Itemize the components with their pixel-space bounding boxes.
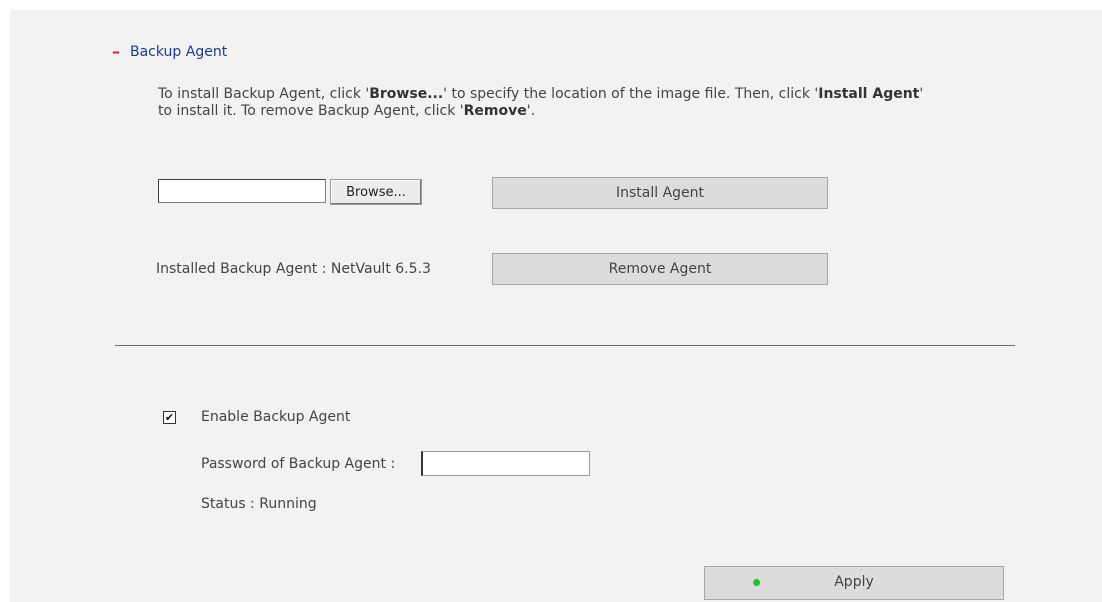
minus-icon[interactable]: – bbox=[112, 44, 120, 60]
desc-part: To install Backup Agent, click ' bbox=[158, 86, 370, 102]
instructions-line-2: to install it. To remove Backup Agent, c… bbox=[158, 103, 1018, 120]
apply-button[interactable]: Apply bbox=[704, 566, 1004, 600]
install-agent-button[interactable]: Install Agent bbox=[492, 177, 828, 209]
enable-backup-agent-checkbox[interactable]: ✔ bbox=[163, 411, 176, 424]
apply-label: Apply bbox=[834, 574, 874, 590]
desc-part: ' bbox=[919, 86, 924, 102]
divider bbox=[115, 345, 1015, 346]
password-input[interactable] bbox=[421, 451, 590, 476]
password-label: Password of Backup Agent : bbox=[201, 456, 396, 472]
desc-bold-remove: Remove bbox=[463, 103, 527, 119]
desc-part: '. bbox=[526, 103, 536, 119]
desc-part: ' to specify the location of the image f… bbox=[443, 86, 819, 102]
browse-button[interactable]: Browse... bbox=[330, 179, 422, 205]
instructions-text: To install Backup Agent, click 'Browse..… bbox=[158, 86, 1018, 120]
desc-part: to install it. To remove Backup Agent, c… bbox=[158, 103, 464, 119]
checkmark-icon: ✔ bbox=[164, 411, 175, 424]
installed-agent-label: Installed Backup Agent : NetVault 6.5.3 bbox=[156, 261, 431, 277]
status-text: Status : Running bbox=[201, 496, 317, 512]
desc-bold-browse: Browse... bbox=[369, 86, 444, 102]
file-path-input[interactable] bbox=[158, 179, 326, 203]
remove-agent-button[interactable]: Remove Agent bbox=[492, 253, 828, 285]
enable-backup-agent-label[interactable]: Enable Backup Agent bbox=[201, 409, 350, 425]
instructions-line-1: To install Backup Agent, click 'Browse..… bbox=[158, 86, 1018, 103]
section-title[interactable]: Backup Agent bbox=[130, 44, 227, 60]
section-header-backup-agent[interactable]: – Backup Agent bbox=[112, 42, 227, 62]
desc-bold-install: Install Agent bbox=[818, 86, 920, 102]
